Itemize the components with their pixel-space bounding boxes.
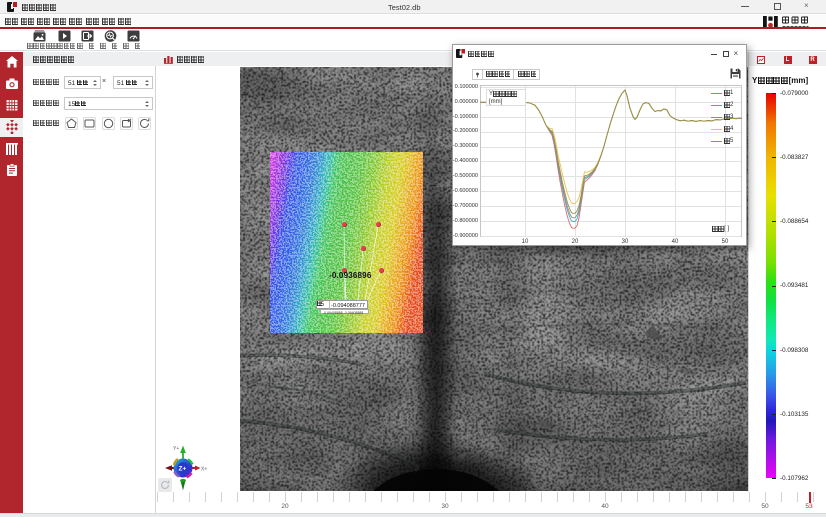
svg-text:X+: X+	[201, 467, 207, 473]
svg-text:Z+: Z+	[179, 466, 187, 473]
svg-text:Y+: Y+	[173, 446, 179, 452]
